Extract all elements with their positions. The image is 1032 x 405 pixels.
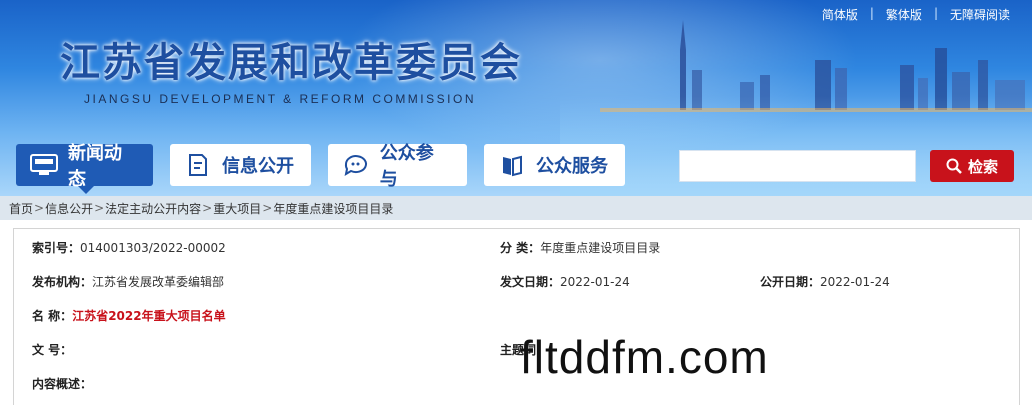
- name-value: 江苏省2022年重大项目名单: [72, 309, 226, 323]
- summary-label: 内容概述：: [32, 377, 93, 391]
- summary-row: 内容概述：: [32, 375, 92, 392]
- search-icon: [946, 158, 962, 174]
- breadcrumb-separator: >: [94, 201, 105, 215]
- divider: |: [933, 6, 938, 20]
- issue-date-label: 发文日期：: [500, 275, 561, 289]
- public-date-label: 公开日期：: [760, 275, 821, 289]
- search-button-label: 检索: [967, 157, 998, 176]
- nav-info-public-label: 信息公开: [222, 156, 294, 177]
- search-box: [679, 150, 916, 182]
- traditional-link[interactable]: 繁体版: [886, 6, 922, 23]
- main-nav: 新闻动态 信息公开 公众参与 公众服务: [16, 143, 625, 194]
- document-icon: [184, 152, 212, 178]
- chat-icon: [342, 152, 370, 178]
- breadcrumb-separator: >: [262, 201, 273, 215]
- breadcrumb-separator: >: [34, 201, 45, 215]
- search-input[interactable]: [680, 151, 915, 181]
- simplified-link[interactable]: 简体版: [822, 6, 858, 23]
- issue-date-row: 发文日期：2022-01-24: [500, 273, 630, 290]
- nav-participation[interactable]: 公众参与: [328, 143, 467, 190]
- nav-news-label: 新闻动态: [68, 143, 122, 190]
- top-links: 简体版 | 繁体版 | 无障碍阅读: [822, 6, 1010, 23]
- category-row: 分 类：年度重点建设项目目录: [500, 239, 660, 256]
- issue-date-value: 2022-01-24: [560, 275, 630, 289]
- doc-no-row: 文 号：: [32, 341, 72, 358]
- site-title[interactable]: 江苏省发展和改革委员会: [60, 30, 522, 88]
- public-date-row: 公开日期：2022-01-24: [760, 273, 890, 290]
- category-value: 年度重点建设项目目录: [540, 241, 661, 255]
- book-icon: [498, 152, 526, 178]
- index-label: 索引号：: [32, 241, 81, 255]
- publisher-row: 发布机构：江苏省发展改革委编辑部: [32, 273, 224, 290]
- site-header: 简体版 | 繁体版 | 无障碍阅读 江苏省发展和改革委员会 JIANGSU DE…: [0, 0, 1032, 196]
- breadcrumb-annual-catalog[interactable]: 年度重点建设项目目录: [273, 200, 393, 217]
- nav-info-public[interactable]: 信息公开: [170, 144, 311, 186]
- breadcrumb: 首页 > 信息公开 > 法定主动公开内容 > 重大项目 > 年度重点建设项目目录: [0, 196, 1032, 220]
- nav-news[interactable]: 新闻动态: [16, 143, 153, 194]
- publisher-label: 发布机构：: [32, 275, 93, 289]
- category-label: 分 类：: [500, 241, 541, 255]
- search-button[interactable]: 检索: [930, 150, 1014, 182]
- watermark-text: fltddfm.com: [520, 331, 769, 383]
- breadcrumb-info-public[interactable]: 信息公开: [45, 200, 93, 217]
- breadcrumb-legal-public[interactable]: 法定主动公开内容: [105, 200, 201, 217]
- site-subtitle: JIANGSU DEVELOPMENT & REFORM COMMISSION: [84, 92, 476, 106]
- name-label: 名 称：: [32, 309, 73, 323]
- nav-service-label: 公众服务: [536, 156, 608, 177]
- nav-participation-label: 公众参与: [379, 143, 434, 190]
- document-info-panel: 索引号：014001303/2022-00002 分 类：年度重点建设项目目录 …: [13, 228, 1020, 405]
- breadcrumb-home[interactable]: 首页: [9, 200, 33, 217]
- divider: |: [869, 6, 874, 20]
- index-value: 014001303/2022-00002: [80, 241, 226, 255]
- breadcrumb-major-projects[interactable]: 重大项目: [213, 200, 261, 217]
- public-date-value: 2022-01-24: [820, 275, 890, 289]
- doc-no-label: 文 号：: [32, 343, 73, 357]
- index-row: 索引号：014001303/2022-00002: [32, 239, 226, 256]
- name-row: 名 称：江苏省2022年重大项目名单: [32, 307, 226, 324]
- nav-service[interactable]: 公众服务: [484, 144, 625, 186]
- publisher-value: 江苏省发展改革委编辑部: [92, 275, 225, 289]
- accessibility-link[interactable]: 无障碍阅读: [950, 6, 1010, 23]
- news-icon: [30, 152, 58, 178]
- breadcrumb-separator: >: [202, 201, 213, 215]
